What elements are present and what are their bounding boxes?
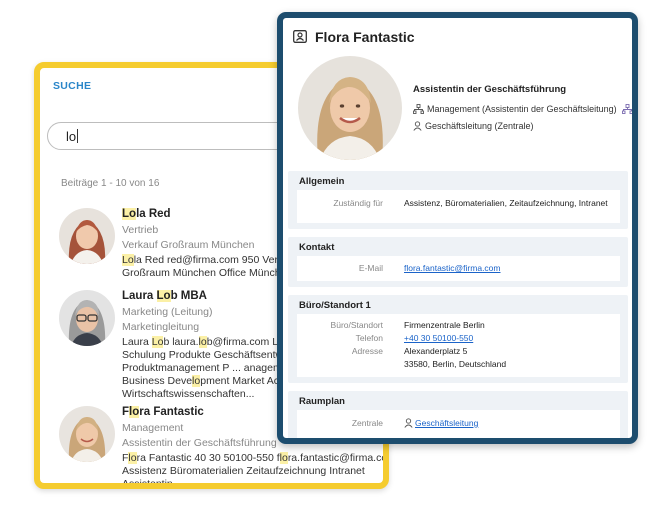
address-line: Alexanderplatz 5 — [404, 346, 468, 356]
avatar — [298, 56, 402, 160]
field-label: Büro/Standort — [330, 320, 383, 330]
field-label: E-Mail — [358, 263, 383, 273]
location-value: Firmenzentrale Berlin — [404, 320, 485, 330]
text-caret — [77, 129, 79, 143]
section-title: Büro/Standort 1 — [299, 300, 371, 311]
match-highlight: lo — [129, 406, 140, 418]
room-link[interactable]: Geschäftsleitung — [415, 418, 478, 428]
profile-panel: Flora Fantastic Assistentin der Geschäft… — [277, 12, 638, 444]
avatar — [59, 290, 115, 346]
profile-name: Flora Fantastic — [315, 29, 415, 45]
avatar — [59, 208, 115, 264]
hierarchy-icon — [413, 104, 427, 114]
match-highlight: Lo — [156, 290, 171, 302]
person-icon — [413, 121, 425, 131]
result-count: Beiträge 1 - 10 von 16 — [61, 178, 160, 189]
section-title: Raumplan — [299, 396, 345, 407]
search-query-text: lo — [66, 129, 77, 144]
field-label: Zuständig für — [333, 198, 383, 208]
section-general: Allgemein Zuständig für Assistenz, Bürom… — [288, 171, 628, 229]
section-title: Kontakt — [299, 242, 335, 253]
search-panel-title: SUCHE — [53, 80, 92, 92]
phone-link[interactable]: +40 30 50100-550 — [404, 333, 473, 343]
section-title: Allgemein — [299, 176, 345, 187]
avatar — [59, 406, 115, 462]
result-snippet: Assistenz Büromaterialien Zeitaufzeichnu… — [122, 465, 365, 477]
org-chart-icon[interactable] — [622, 104, 632, 114]
profile-department: Management (Assistentin der Geschäftslei… — [427, 104, 617, 114]
profile-org-unit: Geschäftsleitung (Zentrale) — [425, 121, 534, 131]
section-contact: Kontakt E-Mail flora.fantastic@firma.com — [288, 237, 628, 287]
responsibilities-value: Assistenz, Büromaterialien, Zeitaufzeich… — [404, 198, 608, 208]
field-label: Adresse — [351, 346, 383, 356]
result-snippet: Flora Fantastic 40 30 50100-550 flora.fa… — [122, 452, 389, 464]
address-line: 33580, Berlin, Deutschland — [404, 359, 507, 369]
profile-header: Flora Fantastic — [283, 18, 632, 54]
field-label: Telefon — [355, 333, 383, 343]
email-link[interactable]: flora.fantastic@firma.com — [404, 263, 501, 273]
field-label: Zentrale — [351, 418, 383, 428]
result-snippet: Assistentin... — [122, 478, 182, 489]
match-highlight: Lo — [122, 208, 137, 220]
section-room-plan: Raumplan Zentrale Geschäftsleitung — [288, 391, 628, 438]
profile-role: Assistentin der Geschäftsführung — [413, 84, 567, 95]
location-person-icon — [404, 418, 415, 428]
section-office: Büro/Standort 1 Büro/Standort Firmenzent… — [288, 295, 628, 383]
person-card-icon — [293, 30, 307, 48]
